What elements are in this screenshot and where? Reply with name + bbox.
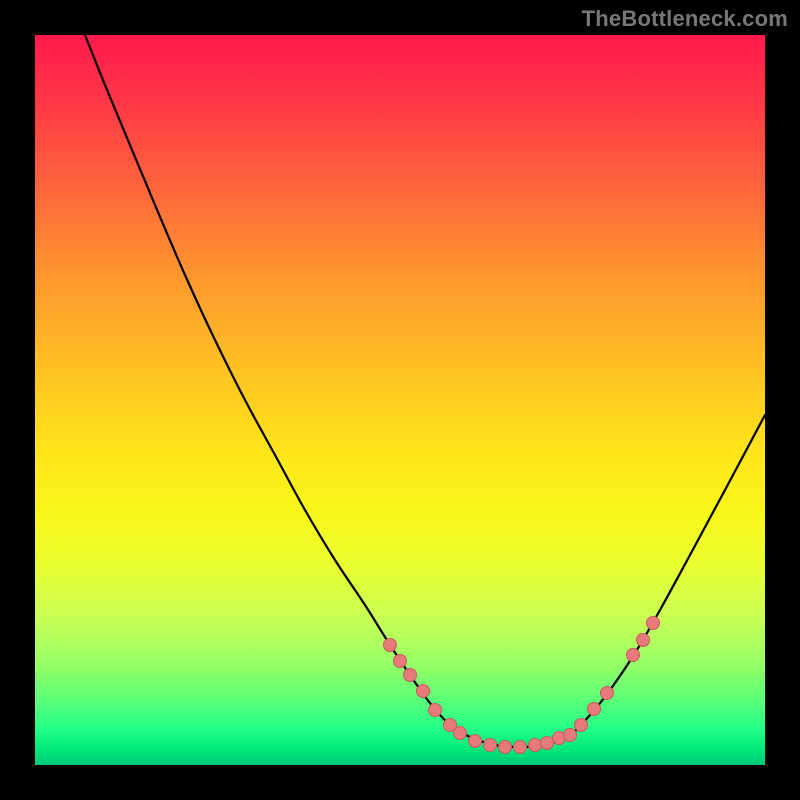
chart-marker: [529, 739, 542, 752]
chart-marker: [404, 669, 417, 682]
chart-marker: [499, 741, 512, 754]
chart-marker: [647, 617, 660, 630]
chart-marker: [601, 687, 614, 700]
chart-marker: [454, 727, 467, 740]
chart-line: [85, 35, 765, 747]
chart-marker: [429, 704, 442, 717]
chart-marker: [469, 735, 482, 748]
chart-marker: [588, 703, 601, 716]
watermark-text: TheBottleneck.com: [582, 6, 788, 32]
chart-marker: [384, 639, 397, 652]
chart-marker: [627, 649, 640, 662]
chart-frame: TheBottleneck.com: [0, 0, 800, 800]
chart-marker: [541, 737, 554, 750]
plot-area: [35, 35, 765, 765]
chart-marker: [564, 729, 577, 742]
chart-marker: [394, 655, 407, 668]
chart-marker: [484, 739, 497, 752]
chart-marker: [575, 719, 588, 732]
chart-markers: [384, 617, 660, 754]
chart-marker: [514, 741, 527, 754]
chart-marker: [637, 634, 650, 647]
chart-marker: [417, 685, 430, 698]
chart-svg: [35, 35, 765, 765]
